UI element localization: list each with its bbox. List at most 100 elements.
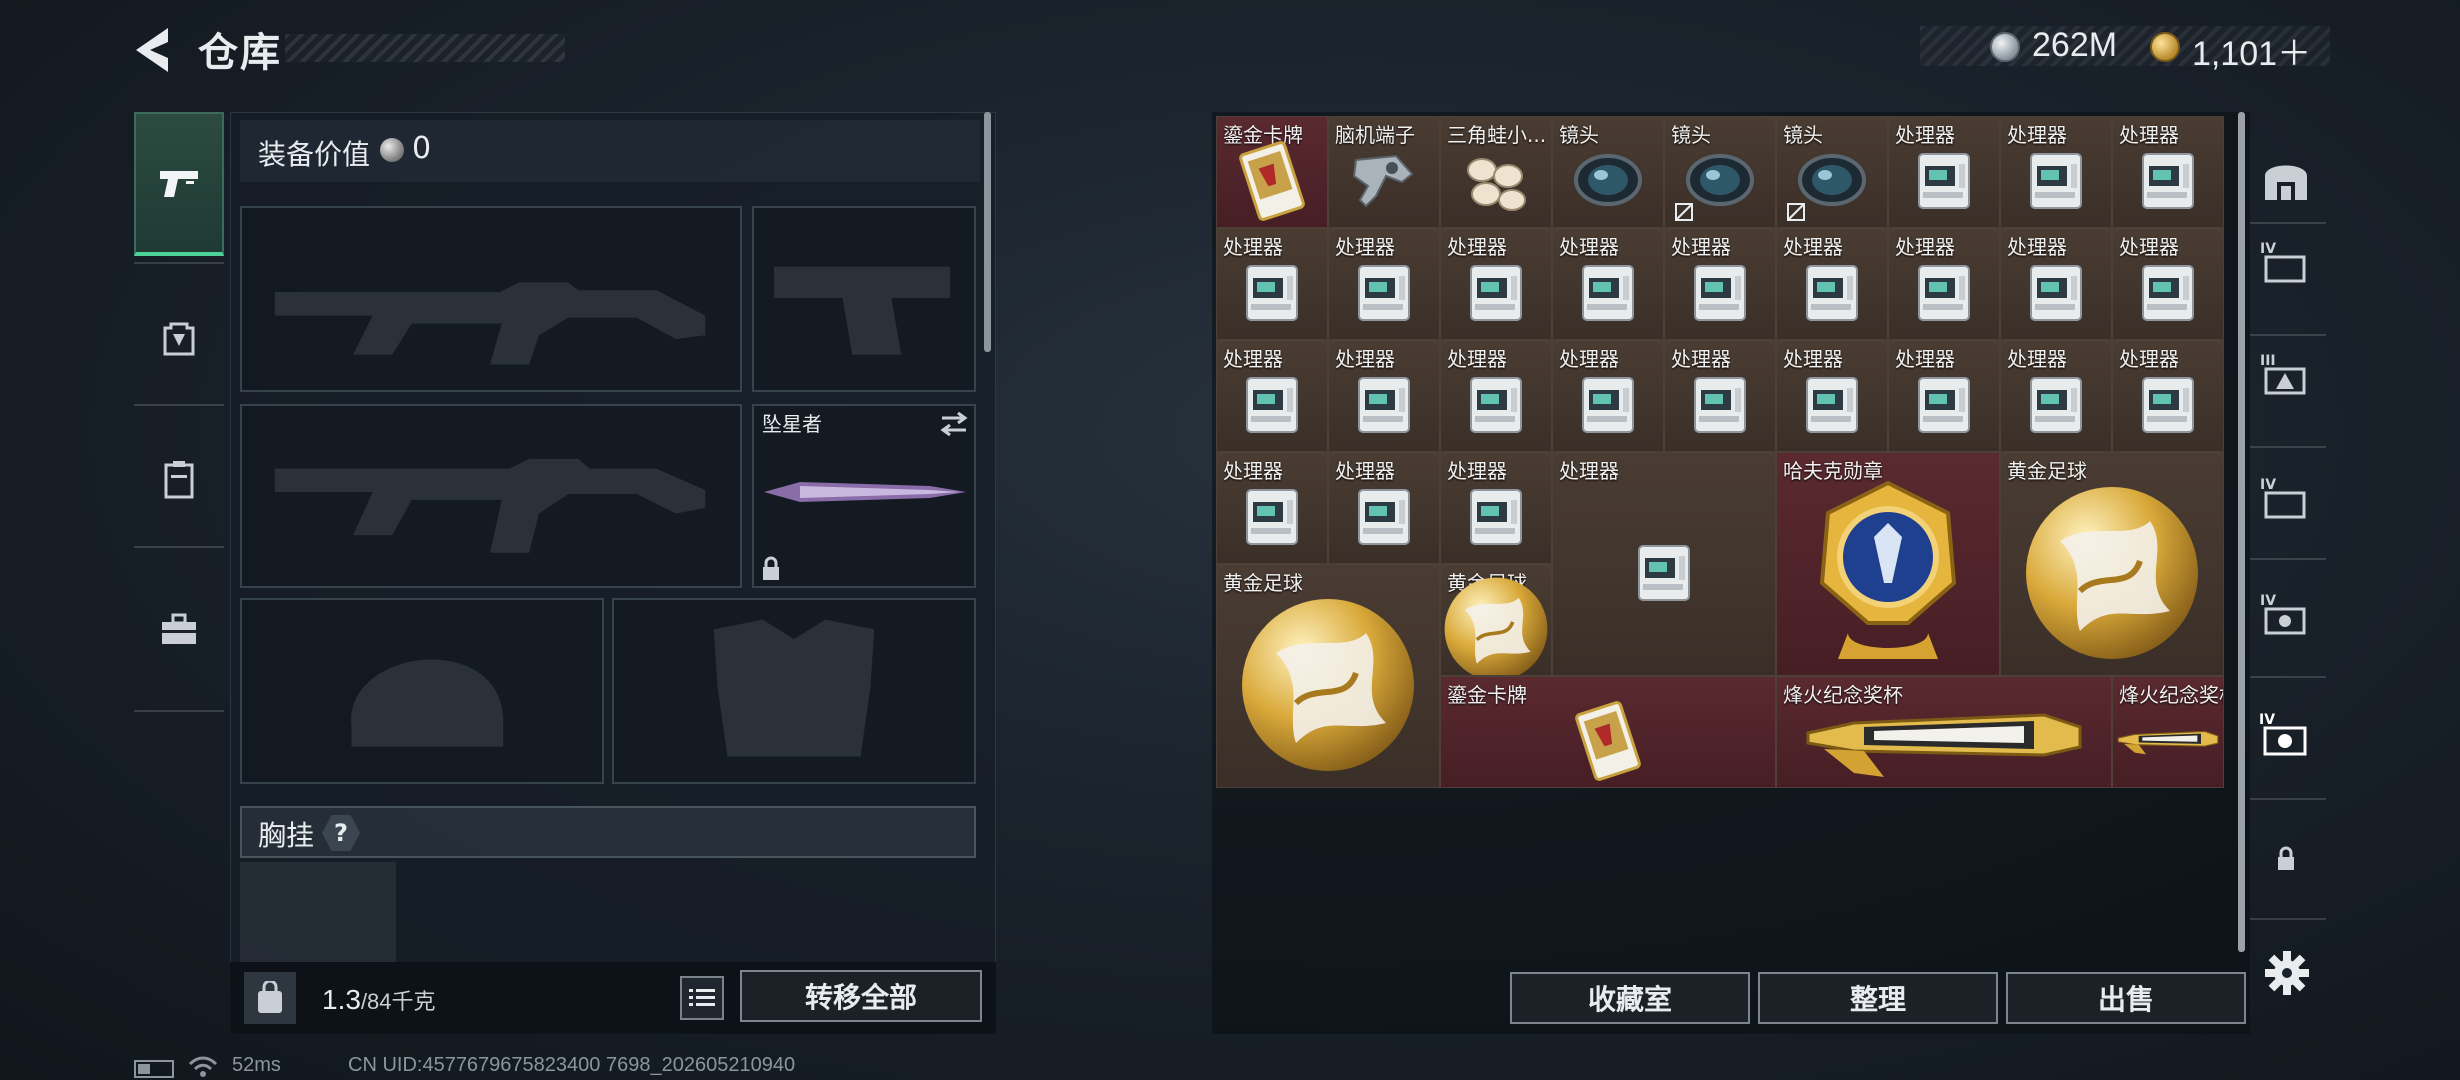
storage-item[interactable]: 处理器 (2000, 340, 2112, 452)
tab-divider (2250, 558, 2326, 560)
storage-item[interactable]: 黄金足球 (1440, 564, 1552, 676)
svg-text:IV: IV (2260, 477, 2276, 493)
processor-icon (1217, 247, 1327, 339)
storage-item[interactable]: 黄金足球 (1216, 564, 1440, 788)
storage-item[interactable]: 处理器 (1216, 228, 1328, 340)
chest-rig-label: 胸挂 (258, 819, 315, 852)
tab-vest[interactable] (134, 420, 224, 540)
organize-button[interactable]: 整理 (1758, 972, 1998, 1024)
equipment-scrollbar[interactable] (984, 112, 991, 352)
storage-item[interactable]: 处理器 (1776, 340, 1888, 452)
tab-locked[interactable] (2256, 824, 2316, 894)
storage-item[interactable]: 黄金足球 (2000, 452, 2224, 676)
kettlebell-icon (258, 981, 282, 1013)
storage-tier-icon: IV (2260, 241, 2306, 283)
storage-item[interactable]: 处理器 (1888, 228, 2000, 340)
storage-item[interactable]: 烽火纪念奖杯 (2112, 676, 2224, 788)
transfer-all-button[interactable]: 转移全部 (740, 970, 982, 1022)
gold-currency-amount[interactable]: 1,101＋ (2192, 26, 2311, 75)
storage-item[interactable]: 哈夫克勋章 (1776, 452, 2000, 676)
tab-case[interactable] (134, 570, 224, 690)
secondary-weapon-slot[interactable] (240, 404, 742, 588)
storage-item[interactable]: 烽火纪念奖杯 (1776, 676, 2112, 788)
warehouse-icon (2265, 165, 2307, 200)
golden-ball-icon (2001, 471, 2223, 675)
storage-item[interactable]: 处理器 (1216, 340, 1328, 452)
list-view-button[interactable] (680, 976, 724, 1020)
processor-icon (2001, 135, 2111, 227)
sidearm-slot[interactable] (752, 206, 976, 392)
weight-current: 1.3 (322, 984, 361, 1015)
storage-item[interactable]: 处理器 (1552, 340, 1664, 452)
storage-item[interactable]: 处理器 (1440, 340, 1552, 452)
storage-item[interactable]: 处理器 (1440, 452, 1552, 564)
storage-item[interactable]: 鎏金卡牌 (1440, 676, 1776, 788)
storage-item[interactable]: 处理器 (1888, 116, 2000, 228)
tab-storage-4b[interactable]: IV (2256, 464, 2316, 534)
tab-backpack[interactable] (134, 278, 224, 398)
storage-item[interactable]: 处理器 (1552, 452, 1776, 676)
armor-slot[interactable] (612, 598, 976, 784)
tab-storage-3[interactable]: III (2256, 340, 2316, 410)
storage-item[interactable]: 处理器 (1664, 340, 1776, 452)
sell-button[interactable]: 出售 (2006, 972, 2246, 1024)
medal-icon (1777, 471, 1999, 675)
storage-tier-icon: III (2260, 353, 2306, 395)
storage-tier-icon: IV (2259, 712, 2307, 756)
processor-icon (1777, 247, 1887, 339)
tab-storage-4c[interactable]: IV (2256, 580, 2316, 650)
rifle-silhouette-icon (274, 282, 706, 365)
back-button[interactable] (128, 22, 178, 78)
tab-storage-4a[interactable]: IV (2256, 228, 2316, 298)
swap-icon[interactable] (938, 410, 970, 438)
storage-item[interactable]: 处理器 (2112, 228, 2224, 340)
storage-item[interactable]: 镜头 (1776, 116, 1888, 228)
storage-item[interactable]: 处理器 (2000, 228, 2112, 340)
storage-item[interactable]: 处理器 (1552, 228, 1664, 340)
storage-item[interactable]: 鎏金卡牌 (1216, 116, 1328, 228)
processor-icon (1553, 359, 1663, 451)
storage-tier-icon: IV (2260, 477, 2306, 519)
storage-item[interactable]: 镜头 (1552, 116, 1664, 228)
helmet-slot[interactable] (240, 598, 604, 784)
tab-weapons[interactable] (134, 112, 224, 256)
processor-icon (1329, 359, 1439, 451)
primary-weapon-slot[interactable] (240, 206, 742, 392)
melee-slot[interactable]: 坠星者 (752, 404, 976, 588)
storage-item[interactable]: 处理器 (1888, 340, 2000, 452)
collection-room-button[interactable]: 收藏室 (1510, 972, 1750, 1024)
storage-item[interactable]: 镜头 (1664, 116, 1776, 228)
storage-item[interactable]: 处理器 (2000, 116, 2112, 228)
tab-divider (134, 710, 224, 712)
storage-item[interactable]: 处理器 (1776, 228, 1888, 340)
processor-icon (1441, 247, 1551, 339)
storage-item[interactable]: 脑机端子 (1328, 116, 1440, 228)
back-arrow-icon (136, 28, 168, 72)
storage-scrollbar[interactable] (2238, 112, 2245, 952)
pistol-icon (160, 171, 198, 197)
tab-storage-4d[interactable]: IV (2256, 700, 2316, 770)
storage-item[interactable]: 处理器 (1328, 228, 1440, 340)
processor-icon (2113, 247, 2223, 339)
storage-item[interactable]: 处理器 (1328, 452, 1440, 564)
ping-readout: 52ms (232, 1054, 281, 1076)
storage-item[interactable]: 处理器 (1328, 340, 1440, 452)
storage-item[interactable]: 处理器 (2112, 340, 2224, 452)
storage-item[interactable]: 处理器 (1664, 228, 1776, 340)
svg-text:IV: IV (2259, 712, 2275, 728)
chest-rig-slot[interactable] (240, 862, 396, 962)
title-stripe (285, 34, 565, 62)
processor-icon (2001, 359, 2111, 451)
storage-item[interactable]: 处理器 (1440, 228, 1552, 340)
storage-item[interactable]: 处理器 (1216, 452, 1328, 564)
storage-item[interactable]: 三角蛙小... (1440, 116, 1552, 228)
svg-text:IV: IV (2260, 241, 2276, 257)
processor-icon (1553, 471, 1775, 675)
tab-storage-home[interactable] (2256, 144, 2316, 214)
settings-button[interactable] (2262, 948, 2312, 998)
processor-icon (2113, 135, 2223, 227)
storage-item[interactable]: 处理器 (2112, 116, 2224, 228)
briefcase-icon (162, 613, 196, 644)
weight-max: /84千克 (360, 989, 436, 1014)
gear-icon (2265, 951, 2309, 995)
